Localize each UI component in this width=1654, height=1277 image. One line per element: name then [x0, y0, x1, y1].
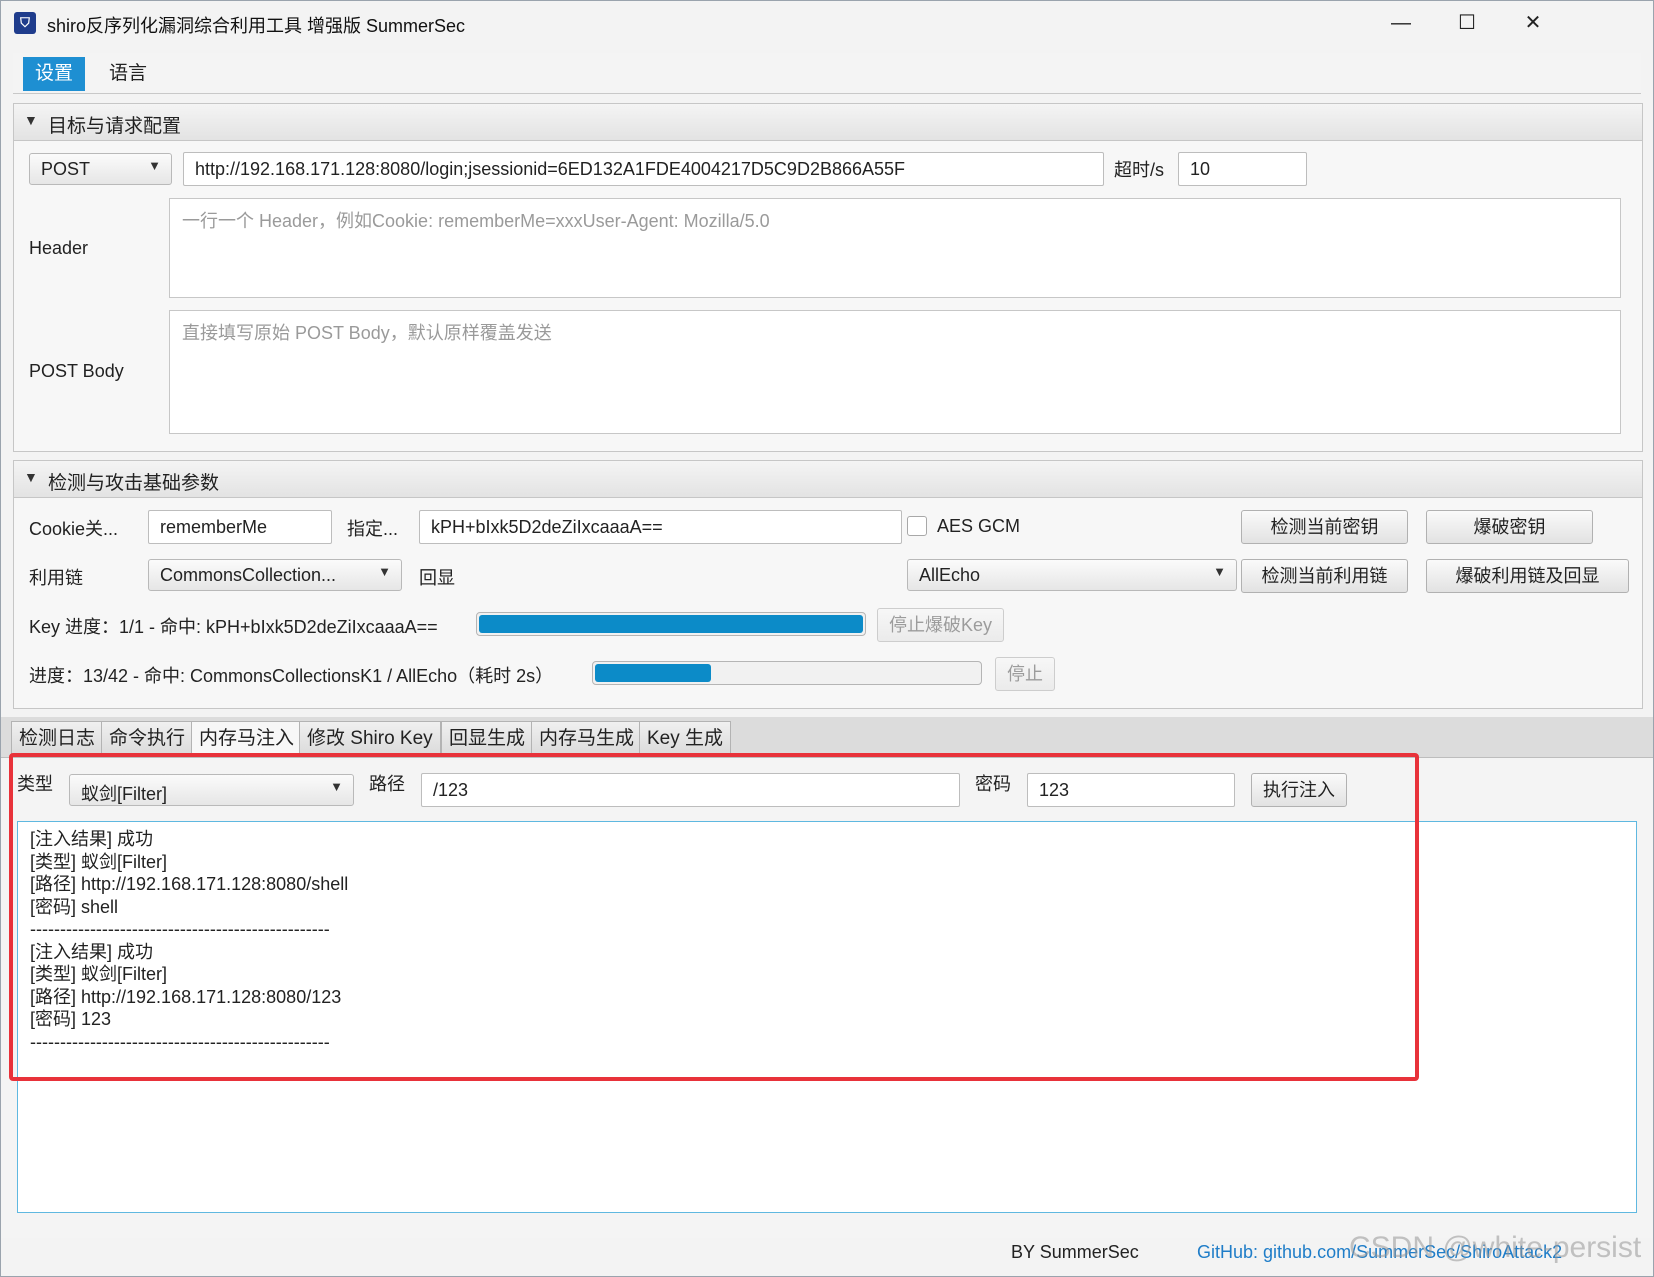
tab-memshell-generate[interactable]: 内存马生成	[531, 721, 643, 756]
cookie-name-label: Cookie关...	[29, 519, 119, 539]
key-progress-text: Key 进度：1/1 - 命中: kPH+bIxk5D2deZiIxcaaaA=…	[29, 617, 438, 637]
tab-detect-log[interactable]: 检测日志	[11, 721, 104, 756]
output-line: [注入结果] 成功	[30, 829, 154, 849]
tab-modify-shiro-key[interactable]: 修改 Shiro Key	[299, 721, 441, 756]
output-line: [类型] 蚁剑[Filter]	[30, 964, 168, 984]
menu-language[interactable]: 语言	[97, 57, 159, 91]
chain-progress-bar	[592, 661, 982, 685]
attack-params-section: ▼ 检测与攻击基础参数 Cookie关... rememberMe 指定... …	[13, 460, 1643, 709]
chevron-down-icon: ▼	[148, 158, 161, 173]
collapse-triangle-icon: ▼	[24, 112, 38, 128]
key-input[interactable]: kPH+bIxk5D2deZiIxcaaaA==	[419, 510, 902, 544]
chain-value: CommonsCollection...	[160, 565, 337, 585]
stop-brute-key-button[interactable]: 停止爆破Key	[877, 608, 1004, 642]
tab-key-generate[interactable]: Key 生成	[639, 721, 732, 756]
post-body-label: POST Body	[29, 361, 124, 381]
tab-command-exec[interactable]: 命令执行	[101, 721, 194, 756]
method-select[interactable]: POST ▼	[29, 153, 172, 185]
key-progress-fill	[479, 615, 863, 633]
stop-button[interactable]: 停止	[995, 657, 1055, 691]
header-label: Header	[29, 238, 89, 258]
header-textarea[interactable]: 一行一个 Header，例如Cookie: rememberMe=xxxUser…	[169, 198, 1621, 298]
output-line: [密码] 123	[30, 1009, 112, 1029]
check-key-button[interactable]: 检测当前密钥	[1241, 510, 1408, 544]
app-shield-icon: ⛉	[14, 12, 36, 34]
type-label: 类型	[17, 774, 53, 794]
aes-gcm-checkbox[interactable]	[907, 516, 927, 536]
collapse-triangle-icon: ▼	[24, 469, 38, 485]
chain-label: 利用链	[29, 568, 83, 588]
chain-progress-text: 进度：13/42 - 命中: CommonsCollectionsK1 / Al…	[29, 666, 554, 686]
inject-output-textarea[interactable]: [注入结果] 成功 [类型] 蚁剑[Filter] [路径] http://19…	[17, 821, 1637, 1213]
specify-key-label: 指定...	[347, 519, 399, 539]
output-line: [路径] http://192.168.171.128:8080/123	[30, 986, 342, 1007]
close-button[interactable]: ✕	[1513, 9, 1553, 37]
path-input[interactable]: /123	[421, 773, 960, 807]
maximize-button[interactable]: ☐	[1447, 9, 1487, 37]
window-title: shiro反序列化漏洞综合利用工具 增强版 SummerSec	[47, 16, 466, 36]
section-title: 目标与请求配置	[48, 116, 182, 137]
echo-label: 回显	[419, 568, 455, 588]
chain-select[interactable]: CommonsCollection... ▼	[148, 559, 402, 591]
output-line: [类型] 蚁剑[Filter]	[30, 851, 168, 872]
output-line: [密码] shell	[30, 896, 119, 917]
output-line: [注入结果] 成功	[30, 941, 154, 962]
path-label: 路径	[369, 774, 405, 794]
attack-params-header[interactable]: ▼ 检测与攻击基础参数	[14, 461, 1642, 498]
echo-select[interactable]: AllEcho ▼	[907, 559, 1237, 591]
target-config-header[interactable]: ▼ 目标与请求配置	[14, 104, 1642, 141]
brute-chain-button[interactable]: 爆破利用链及回显	[1426, 559, 1629, 593]
chevron-down-icon: ▼	[330, 779, 343, 794]
target-config-section: ▼ 目标与请求配置 POST ▼ http://192.168.171.128:…	[13, 103, 1643, 452]
output-line: ----------------------------------------…	[30, 1031, 330, 1052]
type-value: 蚁剑[Filter]	[81, 784, 168, 804]
output-line: ----------------------------------------…	[30, 919, 330, 939]
tab-memshell-inject[interactable]: 内存马注入	[191, 721, 303, 756]
url-input[interactable]: http://192.168.171.128:8080/login;jsessi…	[183, 152, 1104, 186]
chain-progress-fill	[595, 664, 712, 682]
output-line: [路径] http://192.168.171.128:8080/shell	[30, 874, 349, 894]
footer-author: BY SummerSec	[1011, 1242, 1139, 1262]
password-input[interactable]: 123	[1027, 773, 1235, 807]
tab-echo-generate[interactable]: 回显生成	[441, 721, 534, 756]
minimize-button[interactable]: —	[1381, 9, 1421, 37]
menu-settings[interactable]: 设置	[23, 57, 86, 91]
section-title: 检测与攻击基础参数	[48, 473, 220, 494]
timeout-label: 超时/s	[1114, 160, 1165, 180]
aes-gcm-label: AES GCM	[937, 516, 1021, 536]
app-window: ⛉ shiro反序列化漏洞综合利用工具 增强版 SummerSec — ☐ ✕ …	[0, 0, 1654, 1277]
echo-value: AllEcho	[919, 565, 981, 585]
tab-bar: 检测日志 命令执行 内存马注入 修改 Shiro Key 回显生成 内存马生成 …	[1, 717, 1653, 758]
timeout-input[interactable]: 10	[1178, 152, 1307, 186]
brute-key-button[interactable]: 爆破密钥	[1426, 510, 1593, 544]
csdn-watermark: CSDN @white-persist	[1349, 1231, 1642, 1264]
type-select[interactable]: 蚁剑[Filter] ▼	[69, 774, 354, 806]
cookie-name-input[interactable]: rememberMe	[148, 510, 332, 544]
chevron-down-icon: ▼	[1213, 564, 1226, 579]
key-progress-bar	[476, 612, 866, 636]
check-chain-button[interactable]: 检测当前利用链	[1241, 559, 1408, 593]
post-body-textarea[interactable]: 直接填写原始 POST Body，默认原样覆盖发送	[169, 310, 1621, 434]
menu-bar: 设置 语言	[13, 53, 1641, 94]
method-value: POST	[41, 159, 91, 179]
title-bar: ⛉ shiro反序列化漏洞综合利用工具 增强版 SummerSec — ☐ ✕	[1, 1, 1653, 47]
chevron-down-icon: ▼	[378, 564, 391, 579]
execute-inject-button[interactable]: 执行注入	[1251, 773, 1347, 807]
password-label: 密码	[975, 774, 1011, 794]
